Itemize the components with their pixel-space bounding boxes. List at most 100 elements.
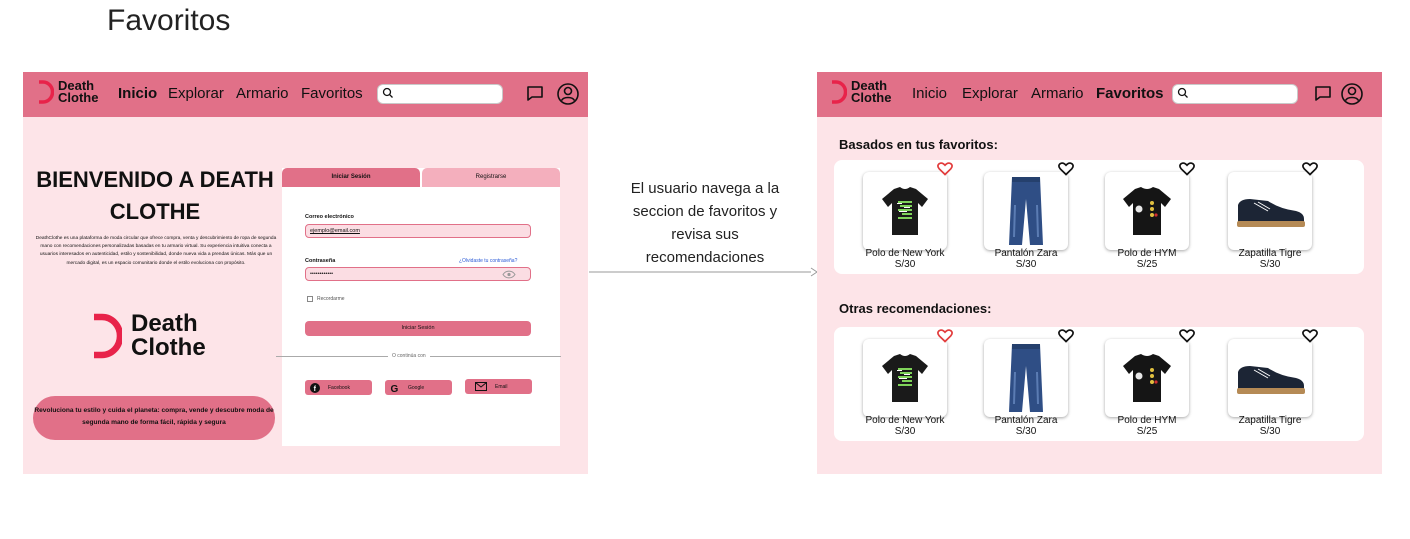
- email-login-button[interactable]: Email: [465, 379, 532, 394]
- logo-d-large-icon: [94, 313, 122, 359]
- logo-d-icon: [832, 80, 847, 104]
- search-icon: [1177, 87, 1188, 98]
- nav-explorar[interactable]: Explorar: [962, 85, 1018, 102]
- brand-line2: Clothe: [58, 90, 99, 105]
- heart-favorite-icon[interactable]: [937, 162, 953, 176]
- product-image-art: [984, 172, 1068, 250]
- product-price: S/30: [894, 259, 916, 270]
- email-value: ejemplo@email.com: [310, 228, 360, 234]
- product-image[interactable]: [863, 339, 947, 417]
- login-submit-button[interactable]: Iniciar Sesión: [305, 321, 531, 336]
- big-brand-logo: Death Clothe: [90, 312, 206, 360]
- google-icon: G: [391, 384, 399, 393]
- product-price: S/25: [1136, 259, 1158, 270]
- nav-armario[interactable]: Armario: [236, 85, 289, 102]
- forgot-password-link[interactable]: ¿Olvidaste tu contraseña?: [459, 258, 517, 264]
- user-profile-icon[interactable]: [1340, 82, 1364, 106]
- product-image[interactable]: [984, 172, 1068, 250]
- nav-inicio[interactable]: Inicio: [118, 85, 157, 102]
- heart-favorite-icon[interactable]: [1302, 329, 1318, 343]
- facebook-button[interactable]: f Facebook: [305, 380, 372, 395]
- product-image[interactable]: [1228, 172, 1312, 250]
- email-label: Correo electrónico: [305, 214, 354, 220]
- password-field[interactable]: ••••••••••••: [305, 267, 531, 281]
- nav-explorar[interactable]: Explorar: [168, 85, 224, 102]
- intro-text: DeathClothe es una plataforma de moda ci…: [35, 236, 277, 266]
- brand-line2: Clothe: [851, 90, 892, 105]
- chat-icon[interactable]: [525, 83, 545, 103]
- product-name: Zapatilla Tigre: [1238, 415, 1302, 426]
- chat-icon[interactable]: [1313, 83, 1333, 103]
- product-image[interactable]: [1105, 339, 1189, 417]
- product-image[interactable]: [863, 172, 947, 250]
- product-image-art: [984, 339, 1068, 417]
- product-image-art: [1228, 339, 1312, 417]
- product-name: Pantalón Zara: [994, 415, 1058, 426]
- google-label: Google: [408, 384, 425, 391]
- email-field[interactable]: ejemplo@email.com: [305, 224, 531, 238]
- navbar: Death Clothe Inicio Explorar Armario Favo…: [23, 72, 588, 117]
- heart-favorite-icon[interactable]: [1058, 329, 1074, 343]
- logo-d-icon: [39, 80, 54, 104]
- password-value: ••••••••••••: [310, 271, 334, 277]
- navbar: Death Clothe Inicio Explorar Armario Favo…: [817, 72, 1382, 117]
- other-recommendations-panel: Polo de New York S/30 Pantalón Zara S/30 Pol…: [834, 327, 1364, 441]
- eye-icon[interactable]: [502, 270, 516, 279]
- product-price: S/30: [1259, 426, 1281, 437]
- heart-favorite-icon[interactable]: [937, 329, 953, 343]
- remember-label: Recordarme: [317, 296, 345, 302]
- tab-register[interactable]: Registrarse: [422, 168, 560, 187]
- nav-favoritos[interactable]: Favoritos: [301, 85, 363, 102]
- search-input[interactable]: [377, 84, 503, 104]
- product-price: S/30: [894, 426, 916, 437]
- nav-favoritos[interactable]: Favoritos: [1096, 85, 1164, 102]
- tab-login[interactable]: Iniciar Sesión: [282, 168, 420, 187]
- brand-logo[interactable]: Death Clothe: [830, 79, 892, 105]
- flow-caption: El usuario navega a la seccion de favori…: [630, 180, 780, 266]
- product-image[interactable]: [1228, 339, 1312, 417]
- svg-text:G: G: [391, 384, 399, 393]
- nav-inicio[interactable]: Inicio: [912, 85, 947, 102]
- product-price: S/30: [1015, 426, 1037, 437]
- product-image-art: [863, 172, 947, 250]
- big-brand-line2: Clothe: [131, 334, 206, 361]
- nav-armario[interactable]: Armario: [1031, 85, 1084, 102]
- slogan-banner: Revoluciona tu estilo y cuida el planeta…: [33, 396, 275, 440]
- heart-favorite-icon[interactable]: [1302, 162, 1318, 176]
- product-name: Polo de HYM: [1117, 248, 1177, 259]
- heart-favorite-icon[interactable]: [1058, 162, 1074, 176]
- brand-logo[interactable]: Death Clothe: [37, 79, 99, 105]
- email-btn-label: Email: [495, 383, 508, 390]
- facebook-label: Facebook: [328, 384, 350, 391]
- section-based-on-favorites-title: Basados en tus favoritos:: [839, 137, 998, 152]
- page-title: Favoritos: [107, 4, 231, 37]
- favorites-based-panel: Polo de New York S/30 Pantalón Zara S/30 Pol…: [834, 160, 1364, 274]
- product-image-art: [1105, 339, 1189, 417]
- mail-icon: [475, 382, 487, 391]
- checkbox-box[interactable]: [307, 296, 313, 302]
- favorites-screen: Death Clothe Inicio Explorar Armario Favo…: [817, 72, 1382, 474]
- product-price: S/30: [1015, 259, 1037, 270]
- product-name: Pantalón Zara: [994, 248, 1058, 259]
- product-image[interactable]: [1105, 172, 1189, 250]
- product-price: S/30: [1259, 259, 1281, 270]
- remember-me-checkbox[interactable]: Recordarme: [307, 296, 345, 302]
- product-image-art: [1105, 172, 1189, 250]
- google-button[interactable]: G Google: [385, 380, 452, 395]
- facebook-icon: f: [310, 382, 320, 393]
- login-card: Iniciar Sesión Registrarse Correo electr…: [276, 168, 561, 446]
- flow-arrow-icon: [589, 267, 818, 277]
- product-name: Polo de New York: [865, 248, 945, 259]
- divider-text: O continúa con: [388, 353, 430, 359]
- welcome-heading: BIENVENIDO A DEATH CLOTHE: [36, 167, 274, 224]
- section-other-recommendations-title: Otras recomendaciones:: [839, 301, 992, 316]
- product-image-art: [863, 339, 947, 417]
- user-profile-icon[interactable]: [556, 82, 580, 106]
- product-image[interactable]: [984, 339, 1068, 417]
- search-input[interactable]: [1172, 84, 1298, 104]
- heart-favorite-icon[interactable]: [1179, 329, 1195, 343]
- login-screen: Death Clothe Inicio Explorar Armario Favo…: [23, 72, 588, 474]
- heart-favorite-icon[interactable]: [1179, 162, 1195, 176]
- big-brand-line1: Death: [131, 310, 198, 337]
- password-label: Contraseña: [305, 258, 336, 264]
